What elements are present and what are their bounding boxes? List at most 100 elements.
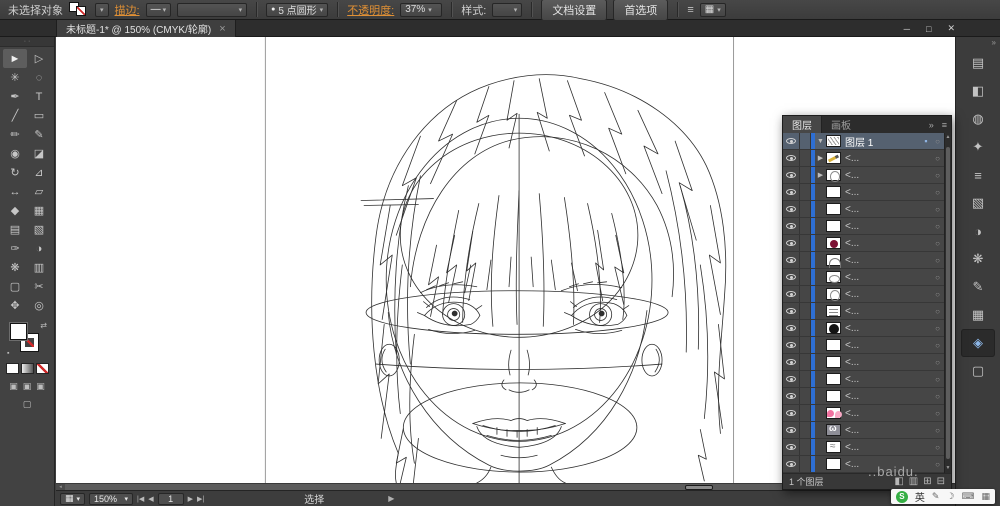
- layer-name[interactable]: <...: [845, 187, 921, 198]
- layer-name[interactable]: <...: [845, 170, 921, 181]
- width-tool[interactable]: ↔: [3, 182, 27, 201]
- target-icon[interactable]: ○: [931, 426, 944, 435]
- lock-toggle[interactable]: [800, 405, 811, 421]
- preferences-button[interactable]: 首选项: [613, 0, 669, 21]
- layer-thumbnail[interactable]: [826, 254, 841, 268]
- swatches-panel-icon[interactable]: ▦: [961, 301, 995, 329]
- layer-thumbnail[interactable]: [826, 407, 841, 419]
- lock-toggle[interactable]: [800, 354, 811, 370]
- expand-panels-icon[interactable]: »: [956, 37, 1000, 49]
- gradient-panel-icon[interactable]: ▧: [961, 189, 995, 217]
- previous-artboard-button[interactable]: ◀: [148, 495, 153, 503]
- lasso-tool[interactable]: ◌: [27, 68, 51, 87]
- gradient-tool[interactable]: ▧: [27, 220, 51, 239]
- layer-name[interactable]: <...: [845, 425, 921, 436]
- visibility-toggle[interactable]: [783, 456, 800, 472]
- layer-row-15[interactable]: <... ▪ ○: [783, 371, 944, 388]
- target-icon[interactable]: ○: [931, 256, 944, 265]
- layer-row-5[interactable]: <... ▪ ○: [783, 201, 944, 218]
- target-icon[interactable]: ○: [931, 358, 944, 367]
- layer-row-11[interactable]: <... ▪ ○: [783, 303, 944, 320]
- target-icon[interactable]: ○: [931, 154, 944, 163]
- target-icon[interactable]: ○: [931, 273, 944, 282]
- layer-name[interactable]: <...: [845, 340, 921, 351]
- lock-toggle[interactable]: [800, 150, 811, 166]
- visibility-toggle[interactable]: [783, 184, 800, 200]
- layer-thumbnail[interactable]: [826, 356, 841, 368]
- target-icon[interactable]: ○: [931, 409, 944, 418]
- stroke-weight-dropdown[interactable]: — ▾: [145, 2, 172, 17]
- expand-arrow[interactable]: ▼: [815, 138, 826, 145]
- fill-stroke-proxy[interactable]: [69, 2, 89, 17]
- slice-tool[interactable]: ✂: [27, 277, 51, 296]
- layer-name[interactable]: <...: [845, 306, 921, 317]
- visibility-toggle[interactable]: [783, 354, 800, 370]
- layer-thumbnail[interactable]: [826, 373, 841, 385]
- tab-layers[interactable]: 图层: [783, 116, 822, 133]
- artboard-tool[interactable]: ▢: [3, 277, 27, 296]
- scroll-up-icon[interactable]: ▲: [945, 133, 951, 142]
- symbols-panel-icon[interactable]: ❋: [961, 245, 995, 273]
- blend-tool[interactable]: ◑: [27, 239, 51, 258]
- visibility-toggle[interactable]: [783, 371, 800, 387]
- layer-name[interactable]: <...: [845, 204, 921, 215]
- layer-thumbnail[interactable]: [826, 220, 841, 232]
- scale-tool[interactable]: ⊿: [27, 163, 51, 182]
- layer-name[interactable]: <...: [845, 323, 921, 334]
- lock-toggle[interactable]: [800, 218, 811, 234]
- color-panel-icon[interactable]: ▤: [961, 49, 995, 77]
- color-guide-icon[interactable]: ◧: [961, 77, 995, 105]
- eyedropper-tool[interactable]: ✑: [3, 239, 27, 258]
- zoom-dropdown[interactable]: 150% ▾: [89, 492, 134, 505]
- default-fill-stroke-icon[interactable]: ▪: [7, 350, 9, 357]
- direct-selection-tool[interactable]: ▷: [27, 49, 51, 68]
- layer-row-12[interactable]: <... ▪ ○: [783, 320, 944, 337]
- layer-name[interactable]: <...: [845, 153, 921, 164]
- expand-arrow[interactable]: ▶: [815, 171, 826, 179]
- layer-row-10[interactable]: <... ▪ ○: [783, 286, 944, 303]
- blob-brush-tool[interactable]: ◉: [3, 144, 27, 163]
- lock-toggle[interactable]: [800, 388, 811, 404]
- pencil-tool[interactable]: ✎: [27, 125, 51, 144]
- last-artboard-button[interactable]: ▶|: [197, 495, 204, 503]
- visibility-toggle[interactable]: [783, 150, 800, 166]
- type-tool[interactable]: T: [27, 87, 51, 106]
- ime-toolbox-icon[interactable]: ▦: [981, 491, 990, 502]
- close-icon[interactable]: ✕: [947, 23, 955, 34]
- layer-thumbnail[interactable]: [826, 390, 841, 402]
- layer-thumbnail[interactable]: [826, 288, 841, 301]
- status-popup-icon[interactable]: ▶: [388, 494, 394, 503]
- layer-thumbnail[interactable]: [826, 458, 841, 470]
- layer-name[interactable]: <...: [845, 442, 921, 453]
- visibility-toggle[interactable]: [783, 252, 800, 268]
- target-icon[interactable]: ○: [931, 222, 944, 231]
- rectangle-tool[interactable]: ▭: [27, 106, 51, 125]
- lock-toggle[interactable]: [800, 252, 811, 268]
- transparency-icon[interactable]: ◑: [961, 217, 995, 245]
- layer-row-13[interactable]: <... ▪ ○: [783, 337, 944, 354]
- target-icon[interactable]: ○: [931, 324, 944, 333]
- layer-row-18[interactable]: <... ▪ ○: [783, 422, 944, 439]
- target-icon[interactable]: ○: [931, 392, 944, 401]
- lock-toggle[interactable]: [800, 235, 811, 251]
- layer-thumbnail[interactable]: [826, 135, 841, 147]
- lock-toggle[interactable]: [800, 337, 811, 353]
- tab-artboards[interactable]: 画板: [822, 116, 860, 133]
- visibility-toggle[interactable]: [783, 337, 800, 353]
- lock-toggle[interactable]: [800, 371, 811, 387]
- next-artboard-button[interactable]: ▶: [188, 495, 193, 503]
- layer-thumbnail[interactable]: [826, 271, 841, 283]
- mesh-tool[interactable]: ▤: [3, 220, 27, 239]
- hand-tool[interactable]: ✥: [3, 296, 27, 315]
- layer-thumbnail[interactable]: [826, 423, 841, 436]
- layers-scroll-thumb[interactable]: [946, 147, 950, 459]
- layer-name[interactable]: 图层 1: [845, 134, 921, 149]
- layer-name[interactable]: <...: [845, 289, 921, 300]
- target-icon[interactable]: ○: [931, 460, 944, 469]
- layer-name[interactable]: <...: [845, 221, 921, 232]
- visibility-toggle[interactable]: [783, 320, 800, 336]
- artboard-number-field[interactable]: 1: [157, 492, 184, 505]
- layer-row-4[interactable]: <... ▪ ○: [783, 184, 944, 201]
- tools-panel-grip[interactable]: · ·: [0, 37, 54, 47]
- swap-fill-stroke-icon[interactable]: ⇄: [40, 321, 47, 330]
